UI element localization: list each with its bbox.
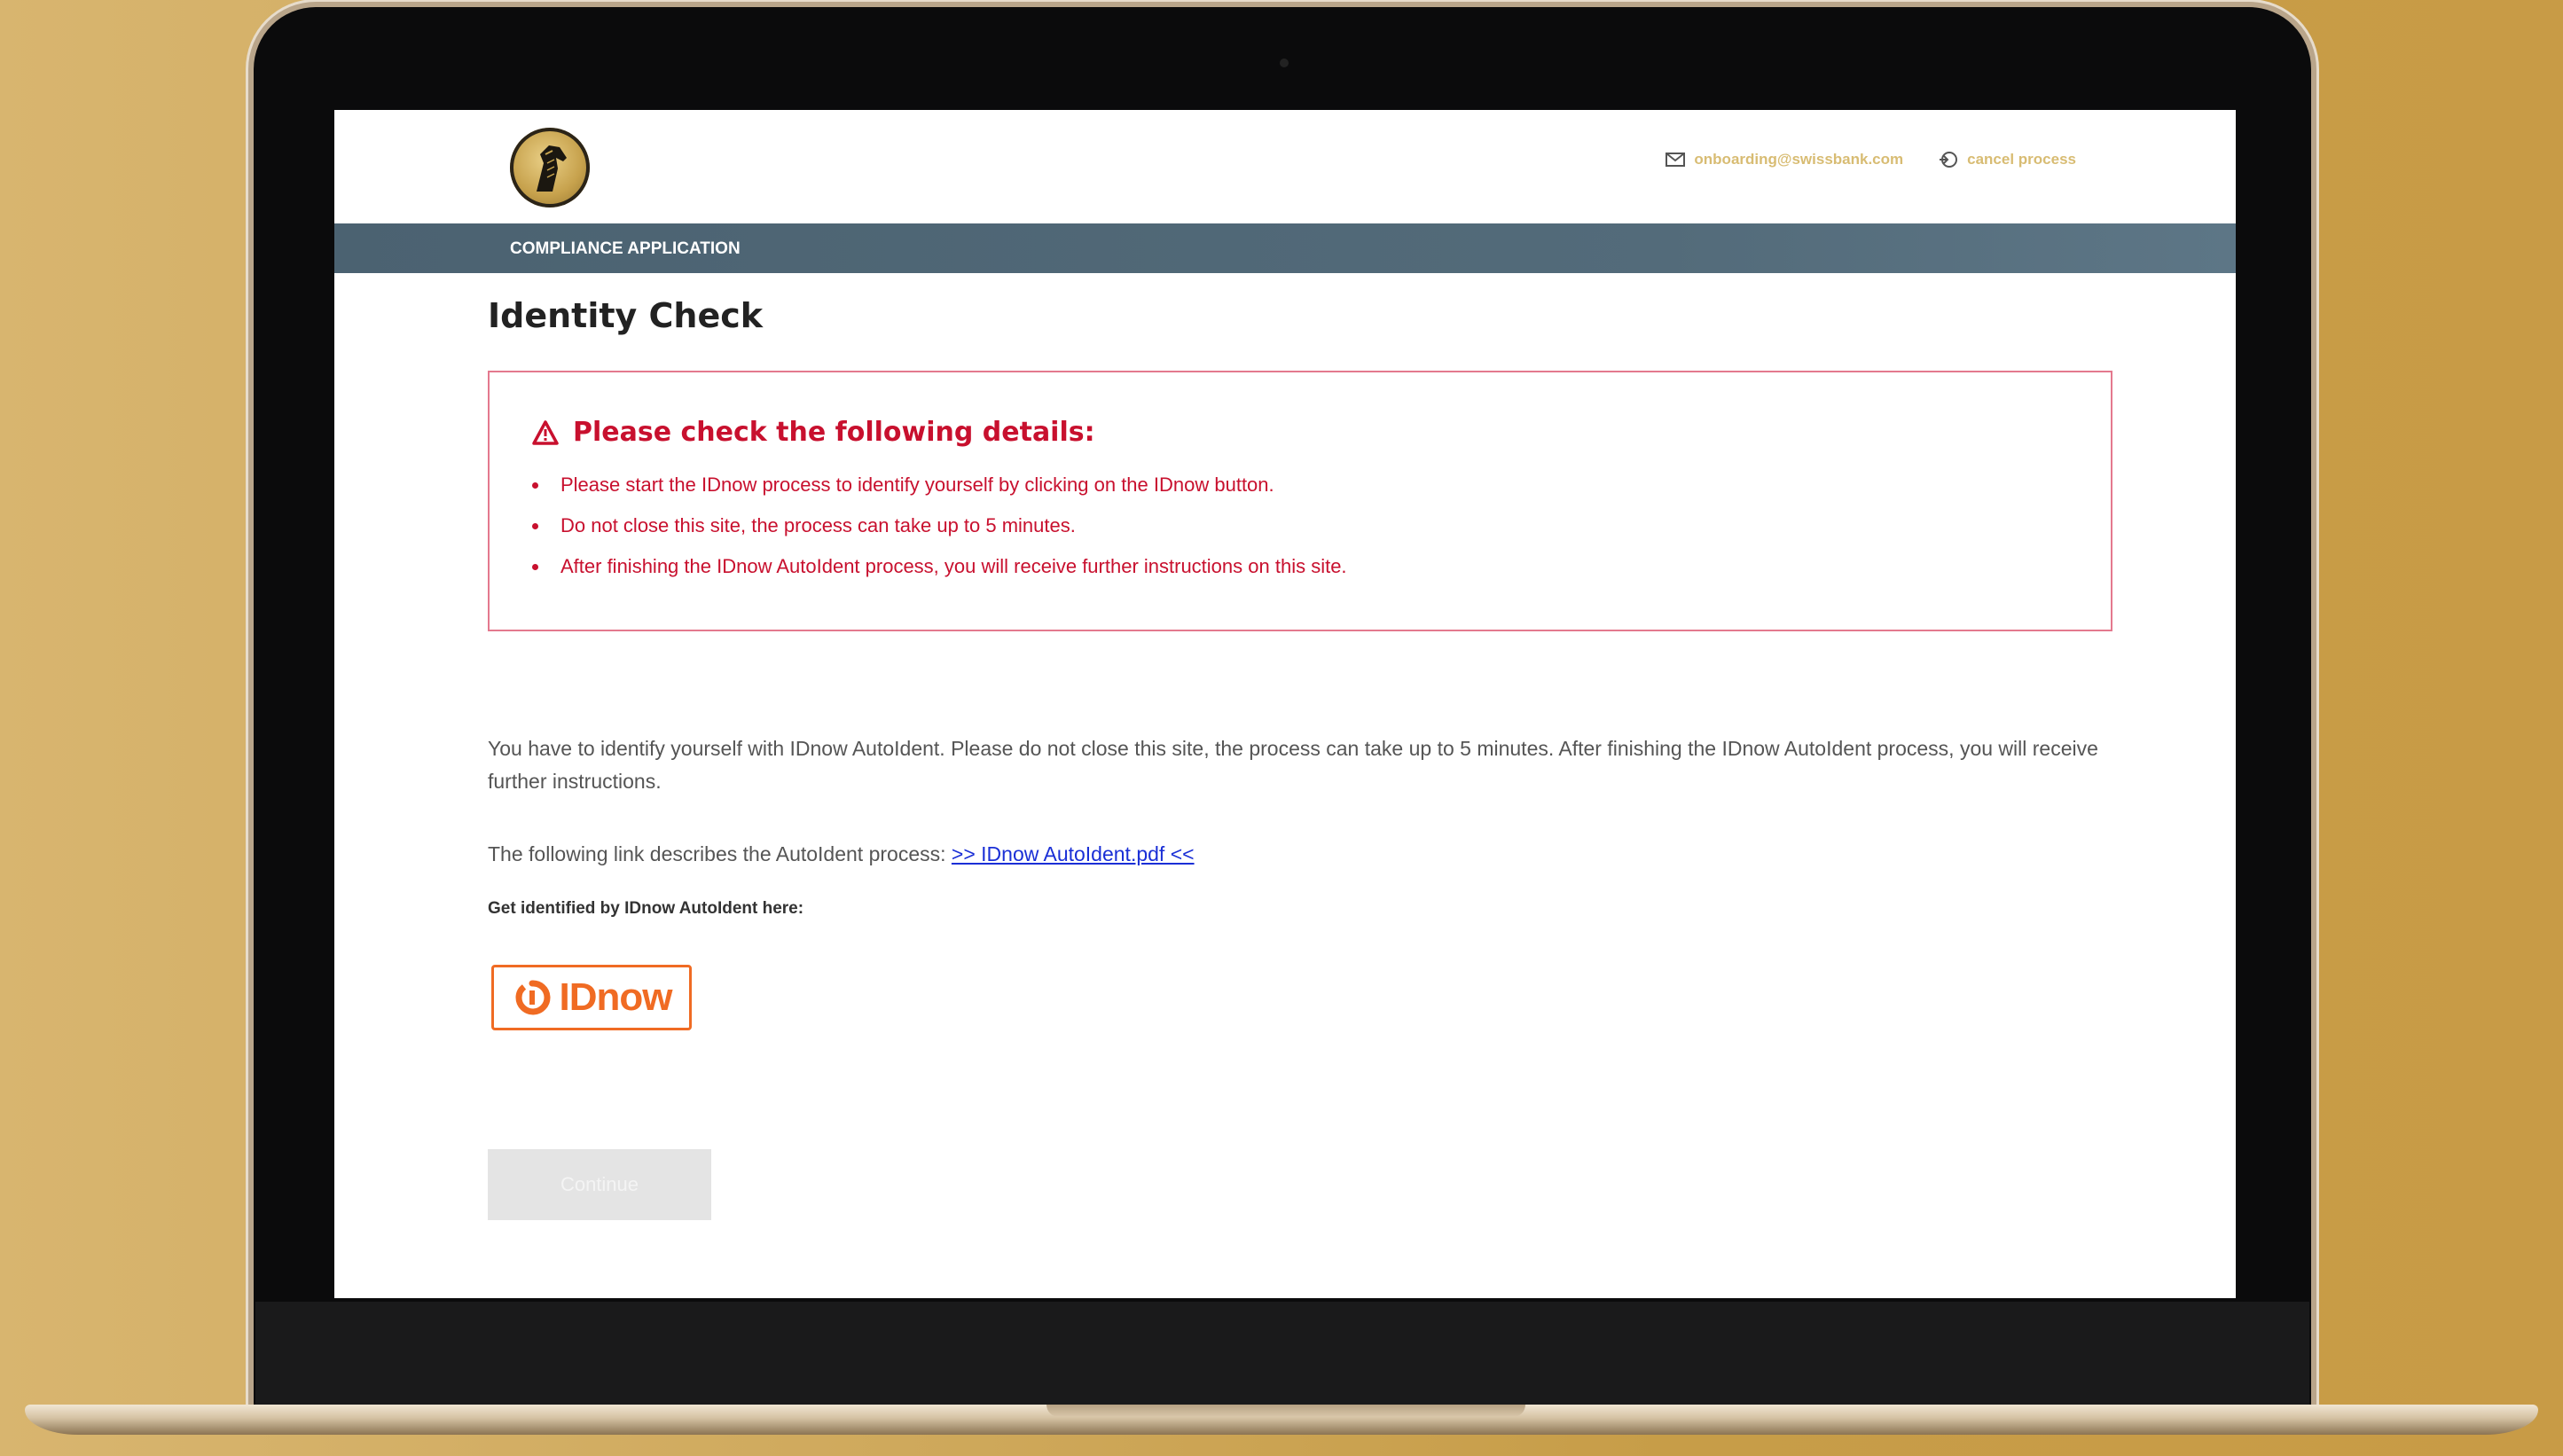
autoident-pdf-link[interactable]: >> IDnow AutoIdent.pdf << [952,842,1195,865]
horse-logo-icon[interactable] [510,128,590,207]
page-title: Identity Check [488,296,764,335]
autoident-link-line: The following link describes the AutoIde… [488,842,1195,866]
header-links: onboarding@swissbank.com cancel process [1666,151,2076,168]
get-identified-label: Get identified by IDnow AutoIdent here: [488,899,804,918]
header-email-text: onboarding@swissbank.com [1694,151,1904,168]
alert-header: Please check the following details: [532,417,1095,448]
nav-title: COMPLIANCE APPLICATION [510,239,741,258]
alert-item: Please start the IDnow process to identi… [532,465,1347,505]
alert-box: Please check the following details: Plea… [488,371,2112,631]
link-prefix: The following link describes the AutoIde… [488,842,946,865]
alert-heading: Please check the following details: [573,417,1095,448]
idnow-logo-icon [515,980,550,1015]
cancel-process-link[interactable]: cancel process [1939,151,2076,168]
alert-item: Do not close this site, the process can … [532,505,1347,546]
logout-icon [1940,152,1958,168]
alert-list: Please start the IDnow process to identi… [532,465,1347,587]
header-email-link[interactable]: onboarding@swissbank.com [1666,151,1903,168]
idnow-button[interactable]: IDnow [491,965,692,1030]
mail-icon [1666,153,1686,167]
instructions-paragraph: You have to identify yourself with IDnow… [488,737,2098,793]
cancel-process-text: cancel process [1967,151,2076,168]
app-screen: onboarding@swissbank.com cancel process … [334,110,2236,1298]
laptop-bezel-bottom [255,1302,2309,1408]
nav-bar: COMPLIANCE APPLICATION [334,223,2236,273]
laptop-hinge-notch [1046,1405,1525,1417]
warning-icon [532,419,559,445]
laptop-camera [1280,59,1289,67]
alert-item: After finishing the IDnow AutoIdent proc… [532,546,1347,587]
continue-button[interactable]: Continue [488,1149,711,1220]
idnow-button-label: IDnow [559,975,673,1019]
